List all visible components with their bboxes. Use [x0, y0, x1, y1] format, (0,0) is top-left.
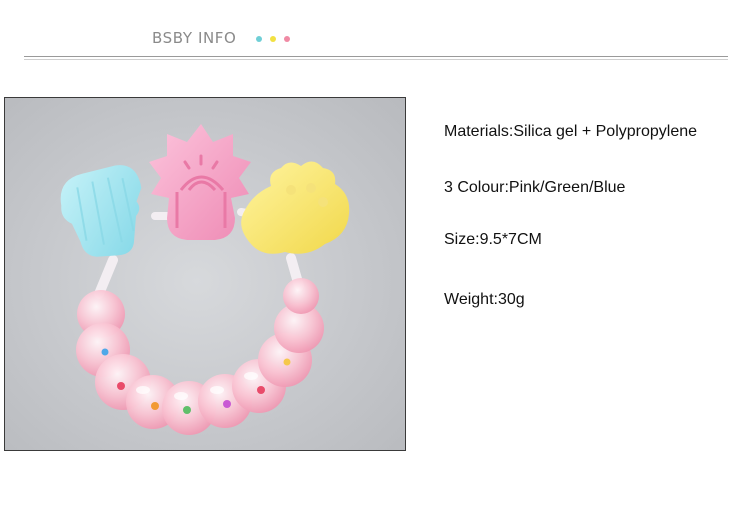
blue-teether — [60, 165, 142, 257]
dot-yellow — [270, 36, 276, 42]
product-photo — [4, 97, 406, 451]
dot-pink — [284, 36, 290, 42]
teether-rattle-illustration — [60, 124, 350, 435]
decorative-dots — [256, 36, 290, 42]
spec-colour: 3 Colour:Pink/Green/Blue — [444, 179, 626, 196]
header-divider — [24, 56, 728, 57]
spec-materials: Materials:Silica gel + Polypropylene — [444, 123, 698, 140]
pink-teether — [149, 124, 251, 240]
bead-ring — [76, 278, 324, 435]
spec-size: Size:9.5*7CM — [444, 231, 542, 248]
dot-teal — [256, 36, 262, 42]
spec-weight: Weight:30g — [444, 291, 525, 308]
header-divider-secondary — [24, 59, 728, 60]
rod-left — [94, 255, 118, 299]
header-title: BSBY INFO — [152, 29, 237, 47]
yellow-teether — [241, 161, 350, 254]
